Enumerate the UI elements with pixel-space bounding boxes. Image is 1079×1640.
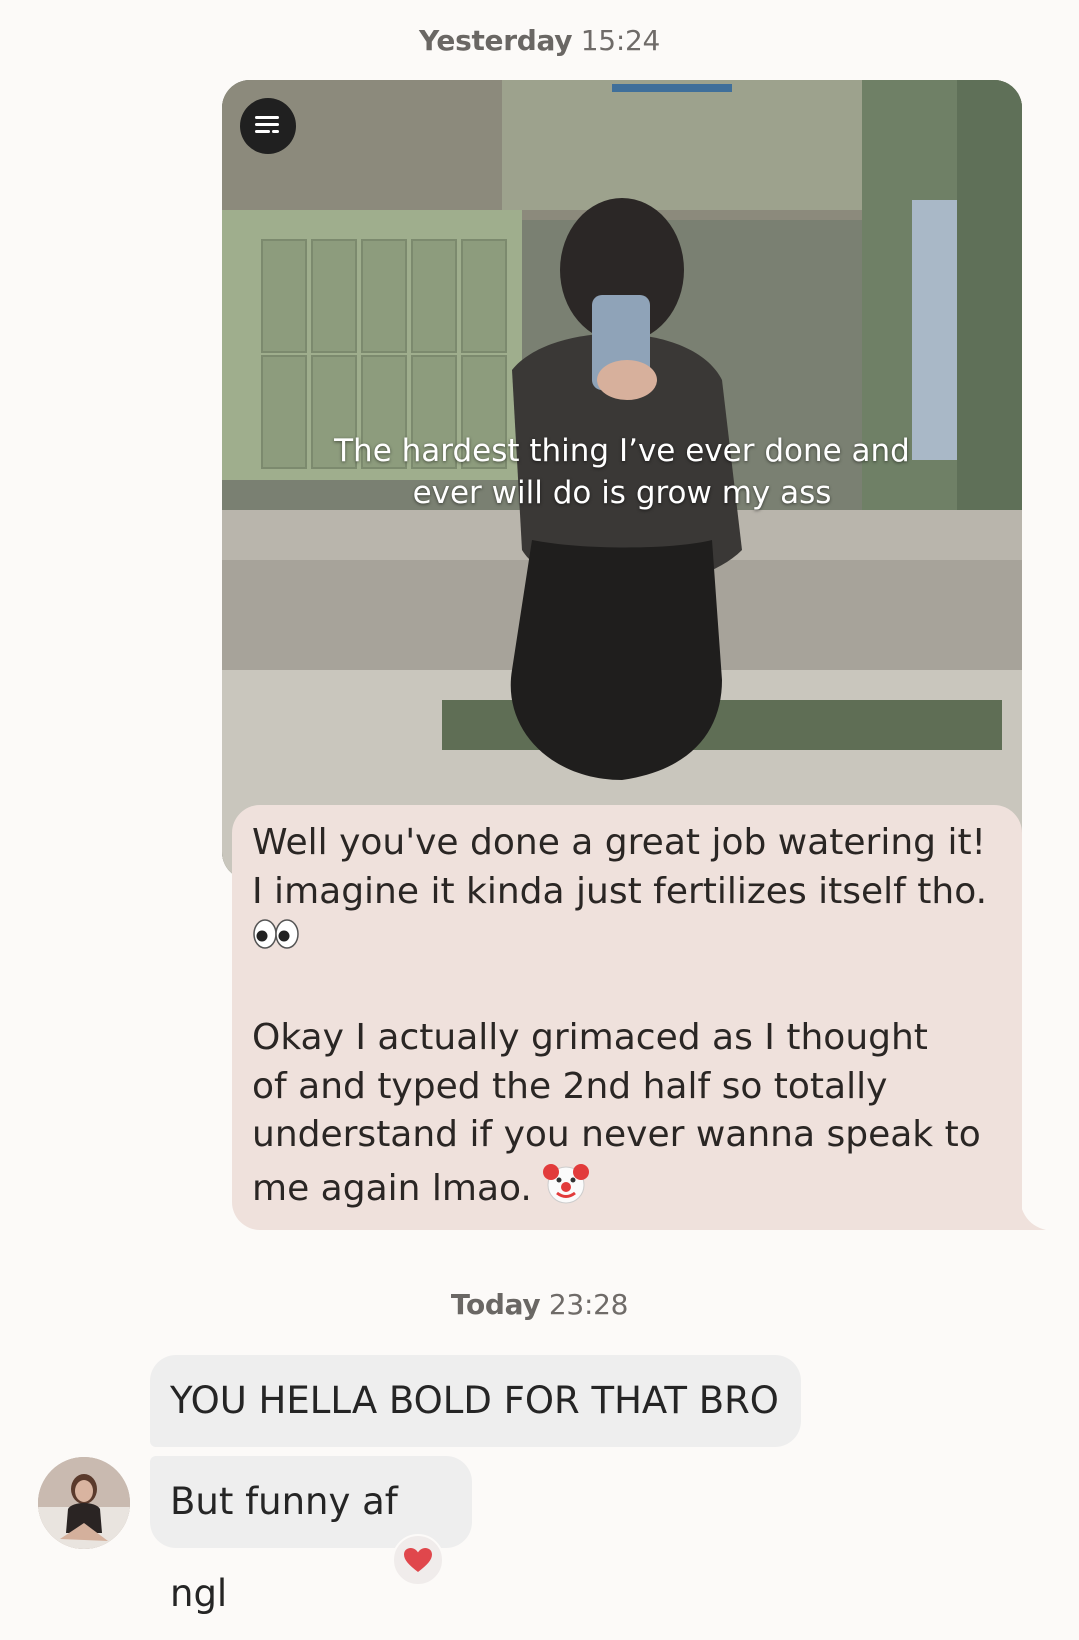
heart-icon xyxy=(404,1548,432,1572)
timestamp-yesterday: Yesterday 15:24 xyxy=(0,24,1079,57)
story-menu-button[interactable] xyxy=(240,98,296,154)
timestamp-today: Today 23:28 xyxy=(0,1288,1079,1321)
reply-line-1: Well you've done a great job watering it… xyxy=(252,822,986,863)
heart-reaction[interactable] xyxy=(392,1534,444,1586)
eyes-emoji xyxy=(252,916,300,966)
story-photo[interactable]: The hardest thing I’ve ever done and eve… xyxy=(222,80,1022,880)
bubble-tail xyxy=(1006,1170,1046,1230)
outgoing-message-bubble[interactable]: Well you've done a great job watering it… xyxy=(232,805,1046,1230)
avatar[interactable] xyxy=(38,1457,130,1549)
timestamp-time: 23:28 xyxy=(548,1288,629,1321)
reply-paragraph-2: Okay I actually grimaced as I thought of… xyxy=(252,1017,981,1209)
timestamp-time: 15:24 xyxy=(580,24,661,57)
clown-emoji xyxy=(543,1160,590,1220)
reply-line-2: I imagine it kinda just fertilizes itsel… xyxy=(252,870,988,912)
story-menu-icon xyxy=(255,116,279,133)
message-text: But funny af ngl xyxy=(170,1480,398,1615)
message-text: YOU HELLA BOLD FOR THAT BRO xyxy=(170,1379,779,1422)
reply-text: Well you've done a great job watering it… xyxy=(252,819,1002,1219)
story-caption: The hardest thing I’ve ever done and eve… xyxy=(334,433,910,511)
timestamp-day: Today xyxy=(450,1288,541,1321)
avatar-image xyxy=(38,1457,130,1549)
incoming-message-bubble[interactable]: YOU HELLA BOLD FOR THAT BRO xyxy=(150,1355,801,1447)
timestamp-day: Yesterday xyxy=(419,24,573,57)
